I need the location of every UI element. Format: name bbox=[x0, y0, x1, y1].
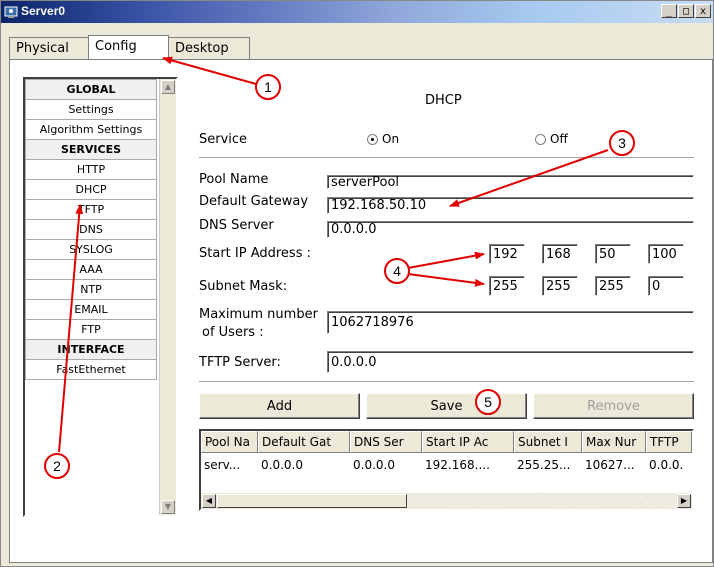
column-header-subnet[interactable]: Subnet I bbox=[514, 431, 582, 453]
server-app-icon bbox=[4, 6, 18, 18]
max-users-label-line2: of Users : bbox=[202, 325, 264, 340]
gateway-label: Default Gateway bbox=[199, 194, 309, 209]
sidebar-header-interface: INTERFACE bbox=[25, 339, 157, 360]
scroll-up-icon[interactable]: ▲ bbox=[161, 80, 175, 94]
minimize-button[interactable]: _ bbox=[661, 4, 677, 18]
subnet-octet-2[interactable]: 255 bbox=[542, 276, 578, 296]
add-button[interactable]: Add bbox=[199, 393, 360, 419]
window-title: Server0 bbox=[21, 4, 66, 18]
table-cell[interactable]: 0.0.0. bbox=[646, 455, 692, 475]
sidebar-list: GLOBAL Settings Algorithm Settings SERVI… bbox=[25, 79, 157, 380]
column-header-start-ip[interactable]: Start IP Ac bbox=[422, 431, 514, 453]
start-ip-octet-3[interactable]: 50 bbox=[595, 244, 631, 264]
divider-top bbox=[199, 157, 694, 161]
column-header-default-gateway[interactable]: Default Gat bbox=[258, 431, 350, 453]
subnet-mask-label: Subnet Mask: bbox=[199, 279, 288, 294]
sidebar-item-algorithm-settings[interactable]: Algorithm Settings bbox=[25, 119, 157, 140]
maximize-button[interactable]: □ bbox=[678, 4, 694, 18]
sidebar-item-dns[interactable]: DNS bbox=[25, 219, 157, 240]
max-users-input[interactable]: 1062718976 bbox=[327, 311, 694, 334]
start-ip-octet-1[interactable]: 192 bbox=[489, 244, 525, 264]
sidebar-item-ntp[interactable]: NTP bbox=[25, 279, 157, 300]
start-ip-label: Start IP Address : bbox=[199, 246, 311, 261]
dns-server-input[interactable]: 0.0.0.0 bbox=[327, 221, 694, 238]
remove-button[interactable]: Remove bbox=[533, 393, 694, 419]
start-ip-octet-2[interactable]: 168 bbox=[542, 244, 578, 264]
subnet-octet-4[interactable]: 0 bbox=[648, 276, 684, 296]
gateway-input[interactable]: 192.168.50.10 bbox=[327, 197, 694, 214]
table-horizontal-scrollbar[interactable]: ◀ ▶ bbox=[201, 493, 692, 509]
sidebar-item-syslog[interactable]: SYSLOG bbox=[25, 239, 157, 260]
tab-physical[interactable]: Physical bbox=[9, 37, 89, 59]
pool-table: Pool Na Default Gat DNS Ser Start IP Ac … bbox=[199, 429, 694, 511]
table-cell[interactable]: 10627... bbox=[582, 455, 646, 475]
subnet-octet-1[interactable]: 255 bbox=[489, 276, 525, 296]
sidebar-header-global: GLOBAL bbox=[25, 79, 157, 100]
table-cell[interactable]: 0.0.0.0 bbox=[350, 455, 422, 475]
service-sidebar: GLOBAL Settings Algorithm Settings SERVI… bbox=[23, 77, 178, 517]
service-off-label: Off bbox=[550, 132, 568, 146]
sidebar-item-settings[interactable]: Settings bbox=[25, 99, 157, 120]
subnet-octet-3[interactable]: 255 bbox=[595, 276, 631, 296]
save-button[interactable]: Save bbox=[366, 393, 527, 419]
title-bar[interactable]: Server0 _ □ x bbox=[1, 1, 713, 23]
dhcp-heading: DHCP bbox=[425, 93, 462, 108]
service-on-radio[interactable] bbox=[367, 134, 378, 145]
service-on-label: On bbox=[382, 132, 400, 146]
table-cell[interactable]: serv... bbox=[201, 455, 258, 475]
sidebar-header-services: SERVICES bbox=[25, 139, 157, 160]
sidebar-item-aaa[interactable]: AAA bbox=[25, 259, 157, 280]
service-label: Service bbox=[199, 132, 248, 147]
column-header-pool-name[interactable]: Pool Na bbox=[201, 431, 258, 453]
start-ip-octet-4[interactable]: 100 bbox=[648, 244, 684, 264]
column-header-tftp[interactable]: TFTP bbox=[646, 431, 692, 453]
scroll-down-icon[interactable]: ▼ bbox=[161, 500, 175, 514]
table-cell[interactable]: 255.25... bbox=[514, 455, 582, 475]
service-off-radio[interactable] bbox=[535, 134, 546, 145]
tftp-server-label: TFTP Server: bbox=[199, 355, 281, 370]
max-users-label-line1: Maximum number bbox=[199, 307, 318, 322]
sidebar-item-fastethernet[interactable]: FastEthernet bbox=[25, 359, 157, 380]
scroll-thumb[interactable] bbox=[217, 494, 407, 508]
sidebar-item-email[interactable]: EMAIL bbox=[25, 299, 157, 320]
tab-desktop[interactable]: Desktop bbox=[168, 37, 250, 59]
tab-config[interactable]: Config bbox=[88, 35, 169, 59]
sidebar-item-tftp[interactable]: TFTP bbox=[25, 199, 157, 220]
sidebar-item-dhcp[interactable]: DHCP bbox=[25, 179, 157, 200]
column-header-max-users[interactable]: Max Nur bbox=[582, 431, 646, 453]
scroll-left-icon[interactable]: ◀ bbox=[202, 494, 216, 508]
server-window: Server0 _ □ x Physical Config Desktop GL… bbox=[0, 0, 714, 567]
dns-server-label: DNS Server bbox=[199, 218, 274, 233]
sidebar-item-http[interactable]: HTTP bbox=[25, 159, 157, 180]
table-cell[interactable]: 0.0.0.0 bbox=[258, 455, 350, 475]
tftp-server-input[interactable]: 0.0.0.0 bbox=[327, 351, 694, 373]
divider-bottom bbox=[199, 381, 694, 385]
scroll-right-icon[interactable]: ▶ bbox=[677, 494, 691, 508]
pool-name-label: Pool Name bbox=[199, 172, 269, 187]
table-cell[interactable]: 192.168.... bbox=[422, 455, 514, 475]
sidebar-item-ftp[interactable]: FTP bbox=[25, 319, 157, 340]
pool-name-input[interactable]: serverPool bbox=[327, 175, 694, 189]
column-header-dns-server[interactable]: DNS Ser bbox=[350, 431, 422, 453]
close-button[interactable]: x bbox=[695, 4, 711, 18]
sidebar-scrollbar[interactable]: ▲ ▼ bbox=[159, 79, 176, 515]
